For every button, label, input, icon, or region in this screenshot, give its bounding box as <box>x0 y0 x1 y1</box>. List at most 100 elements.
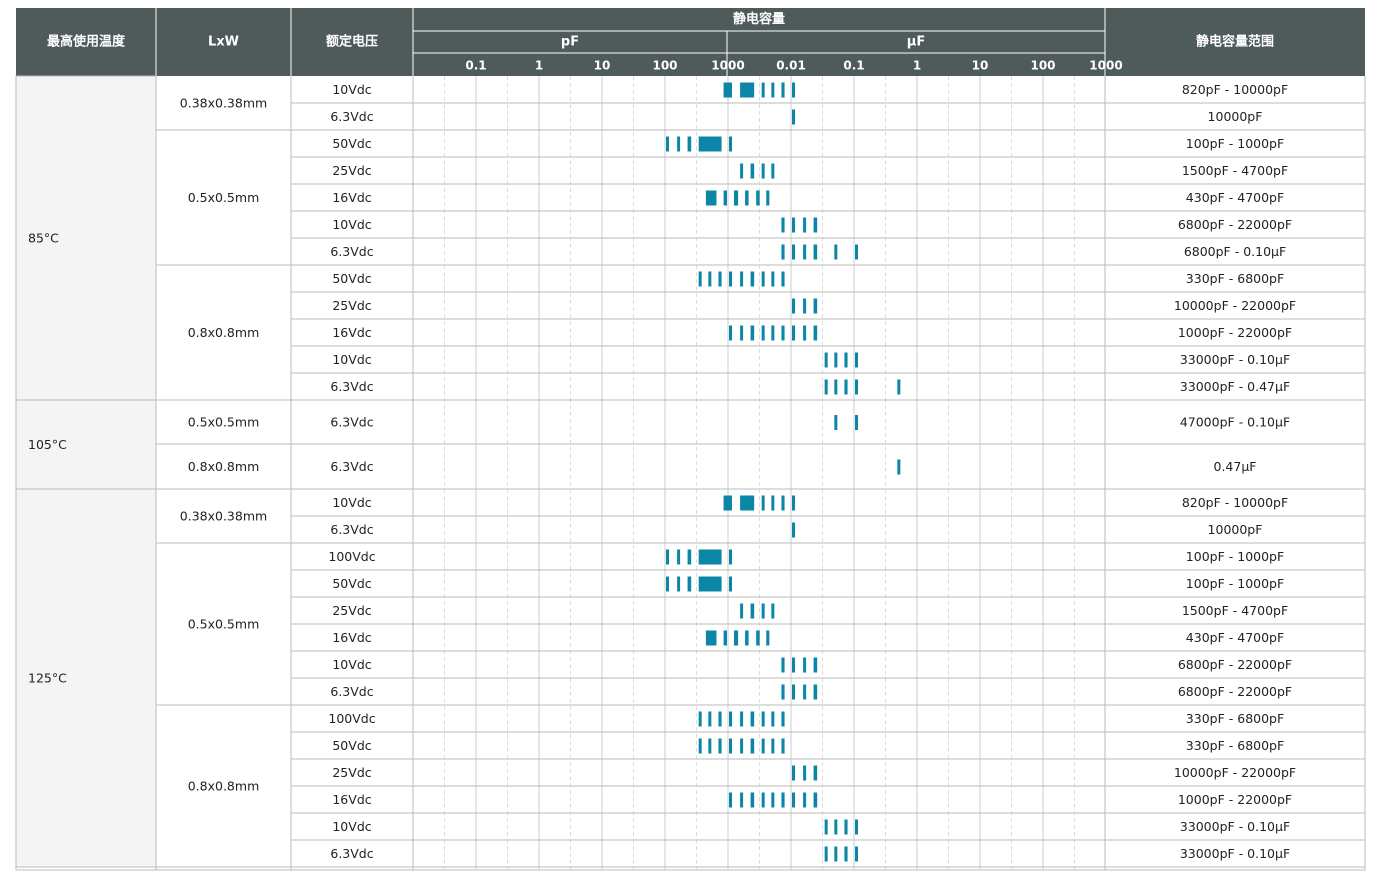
capacitance-bar <box>781 684 785 700</box>
range-cell: 0.47μF <box>1214 459 1257 474</box>
voltage-cell: 25Vdc <box>332 163 371 178</box>
capacitance-bar <box>750 603 755 619</box>
capacitance-bar <box>771 271 775 287</box>
range-cell: 6800pF - 22000pF <box>1178 684 1292 699</box>
capacitance-bar <box>813 765 818 781</box>
capacitance-bar <box>855 846 858 862</box>
range-cell: 820pF - 10000pF <box>1182 495 1288 510</box>
voltage-cell: 10Vdc <box>332 657 371 672</box>
capacitance-bar <box>792 217 795 233</box>
capacitance-bar <box>723 630 727 646</box>
capacitance-bar <box>792 109 795 125</box>
capacitance-bar <box>792 792 795 808</box>
capacitance-bar <box>705 190 717 206</box>
capacitance-bar <box>834 244 838 260</box>
capacitance-bar <box>781 82 785 98</box>
capacitance-bar <box>834 352 838 368</box>
capacitance-bar <box>771 82 775 98</box>
capacitance-bar <box>781 657 785 673</box>
capacitance-bar <box>750 711 755 727</box>
capacitance-bar <box>708 711 712 727</box>
capacitance-bar <box>750 163 755 179</box>
capacitance-bar <box>813 684 818 700</box>
capacitance-bar <box>803 244 807 260</box>
capacitance-bar <box>813 792 818 808</box>
capacitance-bar <box>824 846 828 862</box>
capacitance-bar <box>708 738 712 754</box>
capacitance-bar <box>803 792 807 808</box>
capacitance-bar <box>813 325 818 341</box>
range-cell: 1000pF - 22000pF <box>1178 792 1292 807</box>
capacitance-bar <box>740 792 744 808</box>
capacitance-bar <box>729 325 732 341</box>
capacitance-bar <box>761 495 765 511</box>
capacitance-bar <box>666 136 669 152</box>
capacitance-bar <box>729 549 732 565</box>
range-cell: 47000pF - 0.10μF <box>1180 415 1290 430</box>
x-tick-label: 100 <box>1030 59 1055 73</box>
range-cell: 6800pF - 22000pF <box>1178 657 1292 672</box>
capacitance-bar <box>897 459 901 475</box>
capacitance-bar <box>698 549 722 565</box>
capacitance-range-chart: 最高使用温度 LxW 额定电压静电容量pF μF 静电容量范围0.1 1 10 100 1000… <box>15 8 1366 871</box>
range-cell: 33000pF - 0.10μF <box>1180 846 1290 861</box>
capacitance-bar <box>803 298 807 314</box>
capacitance-bar <box>813 298 818 314</box>
voltage-cell: 100Vdc <box>328 549 375 564</box>
capacitance-bar <box>745 190 749 206</box>
range-cell: 820pF - 10000pF <box>1182 82 1288 97</box>
range-cell: 100pF - 1000pF <box>1186 576 1284 591</box>
capacitance-bar <box>824 819 828 835</box>
voltage-cell: 10Vdc <box>332 352 371 367</box>
range-column-header: 静电容量范围 <box>1196 34 1274 50</box>
capacitance-bar <box>761 271 765 287</box>
capacitance-bar <box>781 217 785 233</box>
range-cell: 10000pF <box>1208 109 1263 124</box>
voltage-cell: 16Vdc <box>332 325 371 340</box>
capacitance-bar <box>687 576 692 592</box>
capacitance-bar <box>897 379 901 395</box>
capacitance-bar <box>834 415 838 430</box>
x-tick-label: 100 <box>652 59 677 73</box>
capacitance-column-header: 静电容量 <box>733 11 785 27</box>
x-tick-label: 10 <box>594 59 611 73</box>
size-cell: 0.5x0.5mm <box>188 415 260 430</box>
capacitance-bar <box>723 82 732 98</box>
voltage-cell: 25Vdc <box>332 765 371 780</box>
x-tick-label: 1000 <box>1089 59 1122 73</box>
capacitance-bar <box>792 298 795 314</box>
capacitance-bar <box>844 379 848 395</box>
capacitance-bar <box>687 136 692 152</box>
capacitance-bar <box>733 630 739 646</box>
capacitance-bar <box>824 352 828 368</box>
capacitance-bar <box>771 738 775 754</box>
voltage-cell: 6.3Vdc <box>330 415 373 430</box>
capacitance-bar <box>792 522 795 538</box>
capacitance-bar <box>698 738 702 754</box>
capacitance-bar <box>792 82 795 98</box>
capacitance-bar <box>834 846 838 862</box>
capacitance-bar <box>761 711 765 727</box>
pf-unit-header: pF <box>561 35 579 50</box>
capacitance-bar <box>687 549 692 565</box>
capacitance-bar <box>792 657 795 673</box>
voltage-cell: 10Vdc <box>332 217 371 232</box>
capacitance-bar <box>740 163 744 179</box>
size-cell: 0.5x0.5mm <box>188 190 260 205</box>
range-cell: 6800pF - 22000pF <box>1178 217 1292 232</box>
capacitance-bar <box>677 136 681 152</box>
capacitance-bar <box>855 415 858 430</box>
voltage-cell: 10Vdc <box>332 82 371 97</box>
capacitance-bar <box>750 325 755 341</box>
capacitance-bar <box>781 325 785 341</box>
voltage-cell: 50Vdc <box>332 576 371 591</box>
range-cell: 100pF - 1000pF <box>1186 136 1284 151</box>
size-cell: 0.38x0.38mm <box>180 509 267 524</box>
capacitance-bar <box>740 711 744 727</box>
capacitance-bar <box>824 379 828 395</box>
capacitance-bar <box>771 603 775 619</box>
voltage-cell: 6.3Vdc <box>330 244 373 259</box>
capacitance-bar <box>666 549 669 565</box>
capacitance-bar <box>729 271 732 287</box>
capacitance-bar <box>771 163 775 179</box>
